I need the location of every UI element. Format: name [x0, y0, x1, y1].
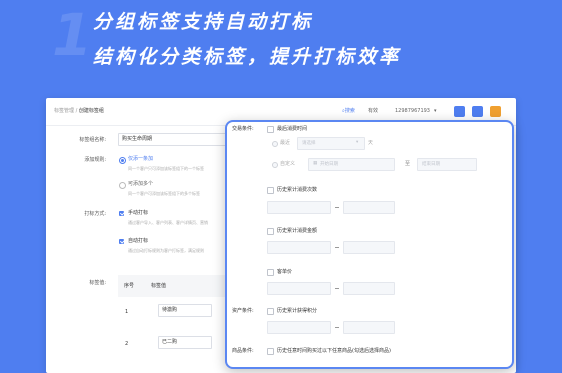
- start-date-input[interactable]: ▦ 开始日期: [308, 158, 395, 171]
- table-row-value-input[interactable]: 待激购: [158, 304, 212, 317]
- account-phone[interactable]: 12987967193: [395, 108, 430, 115]
- breadcrumb-separator: /: [75, 108, 78, 114]
- goods-condition-label: 商品条件:: [232, 348, 254, 354]
- auto-tag-hint: 通过自动打标规则为客户打标签，满足规则: [128, 248, 204, 253]
- range-dash: [335, 207, 339, 208]
- trade-condition-label: 交易条件:: [232, 126, 254, 132]
- rule-multi-hint: 同一个客户可添加该标签组下的多个标签: [128, 191, 200, 196]
- unit-price-checkbox[interactable]: [267, 269, 274, 276]
- auto-tag-condition-popup: 交易条件: 最后消费时间 最近 请选择 ▾ 天 自定义 ▦ 开始日期 至 结束日…: [225, 120, 514, 369]
- goods-checkbox[interactable]: [267, 348, 274, 355]
- calendar-icon: ▦: [313, 161, 318, 166]
- history-count-checkbox[interactable]: [267, 187, 274, 194]
- history-amount-max-input[interactable]: [343, 241, 395, 254]
- breadcrumb: 标签管理 / 创建标签组: [54, 108, 104, 115]
- table-row-index: 2: [125, 341, 129, 347]
- mode-label: 打标方式:: [84, 211, 106, 217]
- history-amount-checkbox[interactable]: [267, 228, 274, 235]
- breadcrumb-current: 创建标签组: [78, 108, 104, 114]
- points-min-input[interactable]: [267, 321, 331, 334]
- history-count-min-input[interactable]: [267, 201, 331, 214]
- last-consume-checkbox[interactable]: [267, 126, 274, 133]
- app-icon-3[interactable]: [490, 106, 501, 117]
- rule-single-text: 仅添一条加: [128, 156, 154, 162]
- points-checkbox[interactable]: [267, 308, 274, 315]
- history-count-max-input[interactable]: [343, 201, 395, 214]
- range-dash: [335, 288, 339, 289]
- asset-condition-label: 资产条件:: [232, 308, 254, 314]
- group-name-input[interactable]: 购买生命周期: [118, 133, 230, 146]
- group-name-label: 标签组名称:: [79, 137, 106, 143]
- auto-tag-checkbox[interactable]: [119, 239, 124, 244]
- rule-single-radio[interactable]: [119, 157, 126, 164]
- custom-text: 自定义: [280, 161, 296, 167]
- rule-label: 添加规则:: [84, 157, 106, 163]
- days-unit: 天: [368, 140, 374, 146]
- headline-primary: 分组标签支持自动打标: [93, 11, 314, 33]
- unit-price-min-input[interactable]: [267, 282, 331, 295]
- chevron-down-icon[interactable]: ▾: [434, 108, 437, 115]
- rule-multi-text: 可添加多个: [128, 181, 154, 187]
- points-max-input[interactable]: [343, 321, 395, 334]
- points-text: 历史累计获得积分: [277, 308, 318, 314]
- history-count-text: 历史累计消费次数: [277, 187, 318, 193]
- background-number: 1: [52, 1, 93, 69]
- manual-tag-text: 手动打标: [128, 210, 149, 216]
- status-text: 有效: [368, 108, 379, 114]
- within-radio[interactable]: [272, 141, 278, 147]
- end-date-input[interactable]: 结束日期: [417, 158, 477, 171]
- custom-radio[interactable]: [272, 162, 278, 168]
- chevron-down-icon: ▾: [356, 140, 359, 145]
- headline-secondary: 结构化分类标签，提升打标效率: [93, 46, 402, 68]
- manual-tag-hint: 通过客户导入、客户列表、客户详情页、营销: [128, 220, 208, 225]
- search-link[interactable]: ⌕搜索: [342, 108, 355, 115]
- days-select[interactable]: 请选择 ▾: [297, 137, 365, 150]
- app-icon-1[interactable]: [454, 106, 465, 117]
- table-row-index: 1: [125, 309, 129, 315]
- manual-tag-checkbox[interactable]: [119, 211, 124, 216]
- last-consume-text: 最后消费时间: [277, 126, 308, 132]
- unit-price-text: 客单价: [277, 269, 293, 275]
- table-row-value-input[interactable]: 已二购: [158, 336, 212, 349]
- range-dash: [335, 247, 339, 248]
- table-header-value: 标签值: [151, 283, 167, 289]
- table-header-index: 序号: [124, 283, 135, 289]
- rule-multi-radio[interactable]: [119, 182, 126, 189]
- history-amount-text: 历史累计消费金额: [277, 228, 318, 234]
- unit-price-max-input[interactable]: [343, 282, 395, 295]
- tag-value-label: 标签值:: [89, 280, 106, 286]
- rule-single-hint: 同一个客户只可添加该标签组下的一个标签: [128, 166, 204, 171]
- within-text: 最近: [280, 140, 291, 146]
- range-dash: [335, 327, 339, 328]
- app-icon-2[interactable]: [472, 106, 483, 117]
- history-amount-min-input[interactable]: [267, 241, 331, 254]
- goods-text: 历史任意时间购买过以下任意商品(勾选后选择商品): [277, 348, 391, 354]
- auto-tag-text: 自动打标: [128, 238, 149, 244]
- date-range-to: 至: [405, 161, 411, 167]
- breadcrumb-parent[interactable]: 标签管理: [54, 108, 74, 114]
